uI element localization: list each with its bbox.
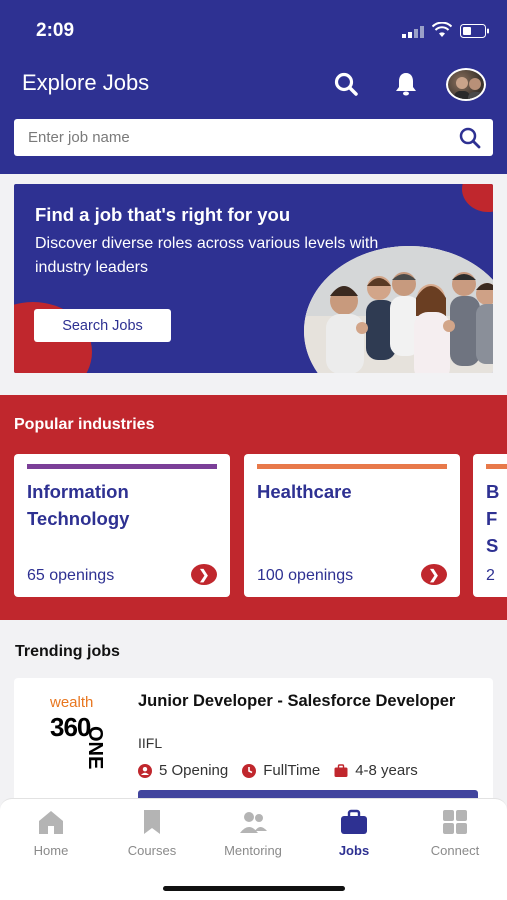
industry-card[interactable]: Healthcare 100 openings ❯: [244, 454, 460, 597]
search-icon[interactable]: [332, 70, 360, 98]
job-type-text: FullTime: [263, 762, 321, 779]
tab-label: Home: [33, 843, 69, 858]
tab-label: Mentoring: [224, 843, 282, 858]
tab-label: Connect: [430, 843, 480, 858]
chevron-right-icon[interactable]: ❯: [191, 564, 217, 585]
job-meta: 5 Opening FullTime 4-8 years: [138, 762, 418, 779]
experience-text: 4-8 years: [355, 762, 418, 779]
search-icon[interactable]: [457, 125, 483, 151]
industry-accent-bar: [486, 464, 507, 469]
people-icon: [240, 812, 267, 833]
chevron-right-icon[interactable]: ❯: [421, 564, 447, 585]
industry-accent-bar: [257, 464, 447, 469]
job-card[interactable]: wealth 360 ONE Junior Developer - Salesf…: [14, 678, 493, 818]
status-time: 2:09: [36, 20, 75, 41]
openings-meta: 5 Opening: [138, 762, 228, 779]
industry-name: B F S: [486, 481, 500, 556]
industry-openings: 100 openings: [257, 567, 354, 584]
industry-openings: 2: [486, 567, 495, 584]
promo-banner: Find a job that's right for you Discover…: [14, 184, 493, 373]
tab-courses[interactable]: Courses: [102, 809, 202, 858]
openings-text: 5 Opening: [159, 762, 229, 779]
tab-label: Courses: [127, 843, 177, 858]
clock-icon: [242, 763, 257, 778]
popular-industries-section: Popular industries Information Technolog…: [0, 395, 507, 620]
status-bar: 2:09: [0, 0, 507, 60]
home-icon: [39, 811, 63, 834]
industry-card[interactable]: B F S 2: [473, 454, 507, 597]
wifi-icon: [432, 22, 452, 37]
bell-icon[interactable]: [392, 70, 420, 98]
briefcase-icon: [334, 763, 348, 777]
banner-title: Find a job that's right for you: [35, 204, 291, 225]
tab-label: Jobs: [338, 843, 370, 858]
grid-icon: [443, 810, 467, 834]
search-bar: [14, 119, 493, 156]
bottom-tab-bar: Home Courses Mentoring Jobs Connect: [0, 798, 507, 900]
tab-jobs[interactable]: Jobs: [304, 809, 404, 858]
cellular-signal-icon: [402, 26, 424, 38]
industry-card[interactable]: Information Technology 65 openings ❯: [14, 454, 230, 597]
banner-subtitle: Discover diverse roles across various le…: [35, 235, 379, 276]
section-title: Trending jobs: [15, 643, 120, 660]
battery-icon: [460, 24, 489, 38]
industry-openings: 65 openings: [27, 567, 115, 584]
logo-text: ONE: [84, 726, 106, 770]
company-logo: wealth 360 ONE: [44, 694, 114, 769]
type-meta: FullTime: [242, 762, 320, 779]
industry-name: Healthcare: [257, 481, 352, 502]
person-icon: [138, 763, 152, 778]
industry-accent-bar: [27, 464, 217, 469]
experience-meta: 4-8 years: [334, 762, 418, 779]
industry-name: Information Technology: [27, 481, 130, 529]
page-title: Explore Jobs: [22, 70, 150, 95]
avatar[interactable]: [446, 68, 486, 101]
search-input[interactable]: [14, 119, 454, 156]
search-jobs-button[interactable]: Search Jobs: [34, 309, 171, 342]
logo-text: wealth: [50, 694, 94, 711]
section-title: Popular industries: [14, 416, 155, 433]
job-title: Junior Developer - Salesforce Developer: [138, 692, 456, 710]
briefcase-icon: [341, 809, 367, 834]
bookmark-icon: [144, 810, 160, 834]
home-indicator: [163, 886, 345, 891]
tab-home[interactable]: Home: [1, 809, 101, 858]
decorative-circle: [462, 184, 493, 212]
company-name: IIFL: [138, 735, 163, 751]
tab-mentoring[interactable]: Mentoring: [203, 809, 303, 858]
tab-connect[interactable]: Connect: [405, 809, 505, 858]
